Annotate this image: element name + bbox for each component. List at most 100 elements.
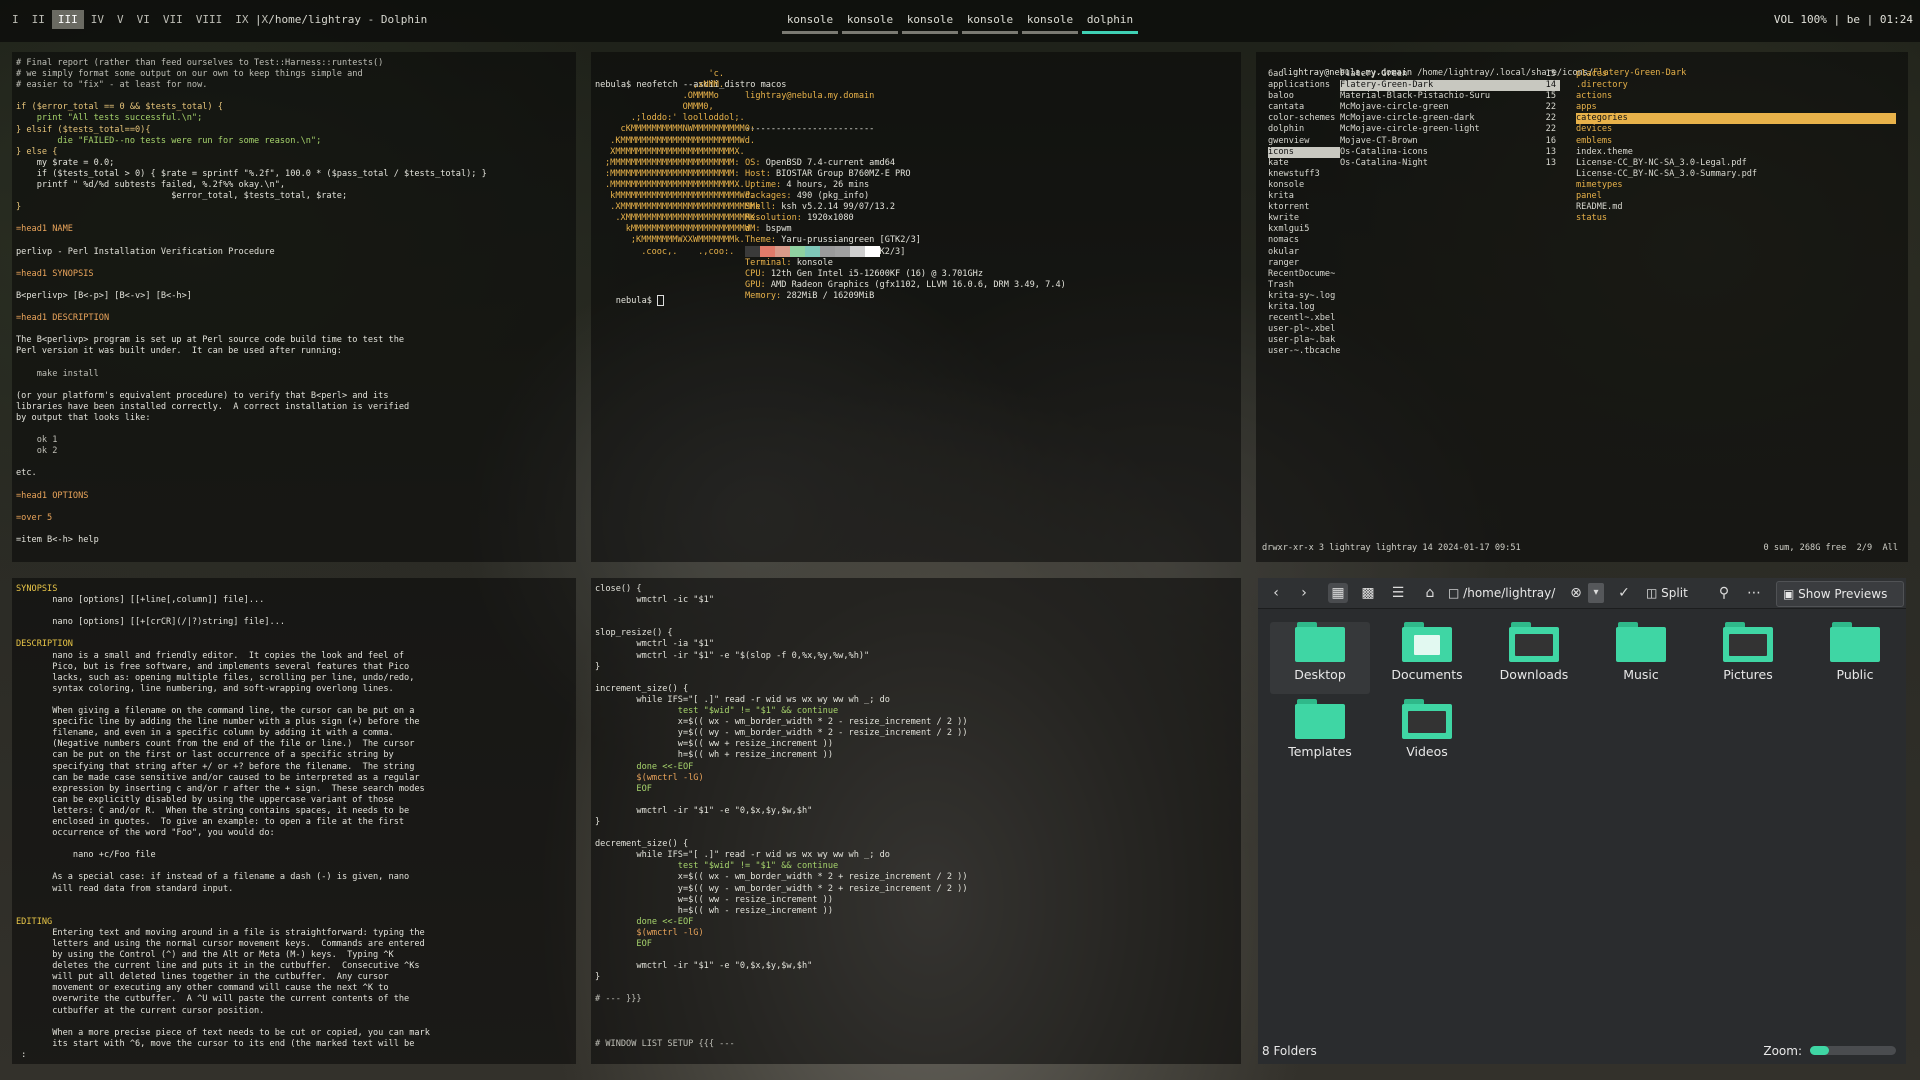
window-tab-konsole[interactable]: konsole [902, 13, 958, 34]
workspace-2[interactable]: II [26, 10, 51, 29]
ranger-entry[interactable]: icons [1268, 146, 1340, 158]
show-previews-button[interactable]: ▣ Show Previews [1776, 581, 1904, 607]
window-tab-konsole[interactable]: konsole [1022, 13, 1078, 34]
ranger-preview-entry[interactable]: mimetypes [1576, 180, 1896, 191]
ranger-entry[interactable]: McMojave-circle-green 22 [1340, 102, 1560, 113]
ranger-entry[interactable]: nomacs [1268, 235, 1340, 246]
menu-icon[interactable]: ⋯ [1744, 583, 1764, 603]
ranger-entry[interactable]: recentl~.xbel [1268, 313, 1340, 324]
confirm-location-icon[interactable]: ✓ [1614, 583, 1634, 603]
ranger-entry[interactable]: McMojave-circle-green-light 22 [1340, 124, 1560, 135]
ranger-current-column[interactable]: Flatery-Green 15 Flatery-Green-Dark 14 Mater… [1340, 69, 1560, 169]
ranger-preview-entry[interactable]: .directory [1576, 80, 1896, 91]
ranger-preview-entry[interactable]: emblems [1576, 136, 1896, 147]
workspace-7[interactable]: VII [157, 10, 189, 29]
search-icon[interactable]: ⚲ [1714, 583, 1734, 603]
workspace-9[interactable]: IX [229, 10, 254, 29]
folder-music[interactable]: Music [1591, 622, 1691, 682]
folder-downloads[interactable]: Downloads [1484, 622, 1584, 682]
ranger-entry[interactable]: okular [1268, 247, 1340, 258]
prompt-line[interactable]: nebula$ [595, 284, 665, 318]
terminal-nano-manpage[interactable]: SYNOPSIS nano [options] [[+line[,column]… [12, 578, 576, 1064]
window-tab-dolphin[interactable]: dolphin [1082, 13, 1138, 34]
forward-icon[interactable]: › [1294, 583, 1314, 603]
terminal-perl-source[interactable]: # Final report (rather than feed ourselv… [12, 52, 576, 562]
folder-templates[interactable]: Templates [1270, 699, 1370, 759]
ranger-entry[interactable]: ranger [1268, 258, 1340, 269]
folder-pictures[interactable]: Pictures [1698, 622, 1798, 682]
ranger-entry[interactable]: kate [1268, 158, 1340, 169]
color-swatch [805, 246, 820, 257]
home-icon[interactable]: ⌂ [1420, 583, 1440, 603]
ranger-preview-column[interactable]: places .directory actions apps categories dev… [1576, 69, 1896, 224]
workspace-8[interactable]: VIII [190, 10, 229, 29]
ranger-preview-entry[interactable]: apps [1576, 102, 1896, 113]
terminal-shell-script[interactable]: close() { wmctrl -ic "$1" slop_resize() {… [591, 578, 1241, 1064]
terminal-neofetch[interactable]: nebula$ neofetch --ascii_distro macos 'c… [591, 52, 1241, 562]
window-tab-konsole[interactable]: konsole [842, 13, 898, 34]
ranger-preview-entry[interactable]: categories [1576, 113, 1896, 125]
workspace-3[interactable]: III [51, 10, 84, 29]
ranger-entry[interactable]: krita [1268, 191, 1340, 202]
ranger-entry[interactable]: Flatery-Green-Dark 14 [1340, 80, 1560, 92]
ranger-entry[interactable]: user-pl~.xbel [1268, 324, 1340, 335]
clear-location-icon[interactable]: ⊗ [1566, 583, 1586, 603]
ranger-entry[interactable]: krita.log [1268, 302, 1340, 313]
workspace-5[interactable]: V [111, 10, 130, 29]
ranger-preview-entry[interactable]: README.md [1576, 202, 1896, 213]
ranger-entry[interactable]: cantata [1268, 102, 1340, 113]
ranger-preview-entry[interactable]: status [1576, 213, 1896, 224]
ranger-entry[interactable]: kxmlgui5 [1268, 224, 1340, 235]
details-view-icon[interactable]: ☰ [1388, 583, 1408, 603]
ranger-entry[interactable]: Flatery-Green 15 [1340, 69, 1560, 80]
ranger-preview-entry[interactable]: License-CC_BY-NC-SA_3.0-Legal.pdf [1576, 158, 1896, 169]
location-dropdown-icon[interactable]: ▾ [1588, 583, 1604, 603]
back-icon[interactable]: ‹ [1266, 583, 1286, 603]
ranger-entry[interactable]: user-pla~.bak [1268, 335, 1340, 346]
workspace-6[interactable]: VI [131, 10, 156, 29]
ranger-entry[interactable]: color-schemes [1268, 113, 1340, 124]
terminal-ranger[interactable]: lightray@nebula.my.domain /home/lightray… [1256, 52, 1908, 562]
ranger-entry[interactable]: Os-Catalina-Night 13 [1340, 158, 1560, 169]
text-line: # easier to "fix" - at least for now. [16, 80, 208, 91]
ranger-preview-entry[interactable]: License-CC_BY-NC-SA_3.0-Summary.pdf [1576, 169, 1896, 180]
location-bar[interactable]: □ /home/lightray/ [1448, 583, 1563, 603]
ranger-entry[interactable]: 6ad [1268, 69, 1340, 80]
ranger-entry[interactable]: baloo [1268, 91, 1340, 102]
ranger-entry[interactable]: Trash [1268, 280, 1340, 291]
ranger-entry[interactable]: Mojave-CT-Brown 16 [1340, 136, 1560, 147]
ranger-entry[interactable]: konsole [1268, 180, 1340, 191]
workspace-1[interactable]: I [6, 10, 25, 29]
ranger-parent-column[interactable]: 6ad applications baloo cantata color-schemes… [1268, 69, 1340, 357]
ranger-preview-entry[interactable]: index.theme [1576, 147, 1896, 158]
window-tab-konsole[interactable]: konsole [782, 13, 838, 34]
window-tab-konsole[interactable]: konsole [962, 13, 1018, 34]
folder-documents[interactable]: Documents [1377, 622, 1477, 682]
ranger-entry[interactable]: Os-Catalina-icons 13 [1340, 147, 1560, 158]
ranger-preview-entry[interactable]: places [1576, 69, 1896, 80]
text-line: wmctrl -ic "$1" [595, 595, 714, 606]
ranger-entry[interactable]: krita-sy~.log [1268, 291, 1340, 302]
ranger-entry[interactable]: Material-Black-Pistachio-Suru 15 [1340, 91, 1560, 102]
ranger-entry[interactable]: McMojave-circle-green-dark 22 [1340, 113, 1560, 124]
window-tabs: konsole konsole konsole konsole konsole dolph… [782, 13, 1142, 34]
ranger-entry[interactable]: dolphin [1268, 124, 1340, 135]
zoom-slider[interactable] [1810, 1046, 1896, 1055]
folder-public[interactable]: Public [1805, 622, 1905, 682]
ranger-entry[interactable]: kwrite [1268, 213, 1340, 224]
ranger-entry[interactable]: ktorrent [1268, 202, 1340, 213]
compact-view-icon[interactable]: ▩ [1358, 583, 1378, 603]
ranger-entry[interactable]: gwenview [1268, 136, 1340, 147]
folder-videos[interactable]: Videos [1377, 699, 1477, 759]
ranger-preview-entry[interactable]: panel [1576, 191, 1896, 202]
icons-view-icon[interactable]: ▦ [1328, 583, 1348, 603]
ranger-entry[interactable]: user-~.tbcache [1268, 346, 1340, 357]
ranger-entry[interactable]: RecentDocume~ [1268, 269, 1340, 280]
folder-desktop[interactable]: Desktop [1270, 622, 1370, 694]
workspace-4[interactable]: IV [85, 10, 110, 29]
ranger-entry[interactable]: applications [1268, 80, 1340, 91]
ranger-preview-entry[interactable]: devices [1576, 124, 1896, 135]
ranger-preview-entry[interactable]: actions [1576, 91, 1896, 102]
ranger-entry[interactable]: knewstuff3 [1268, 169, 1340, 180]
split-button[interactable]: ◫ Split [1646, 583, 1688, 603]
